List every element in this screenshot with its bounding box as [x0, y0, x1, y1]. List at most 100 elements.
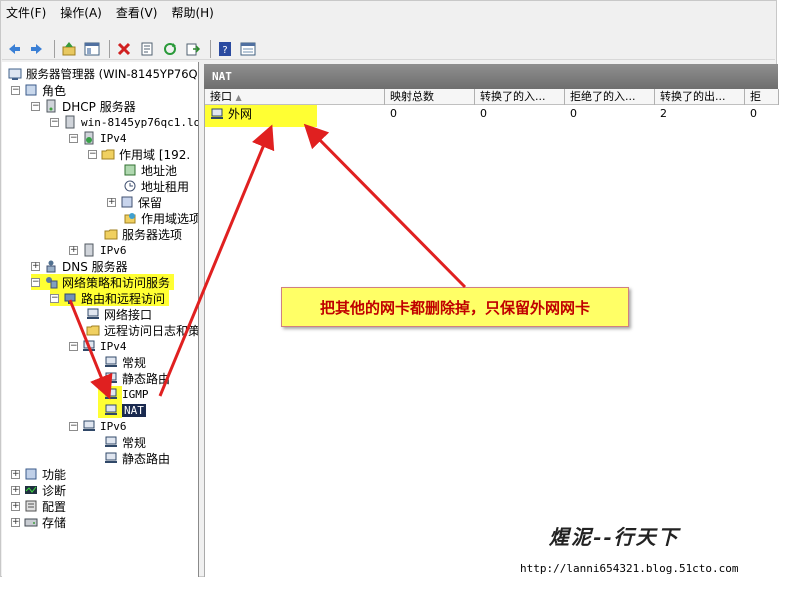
diagnostics-icon: [24, 483, 38, 497]
tree-node-configuration[interactable]: + 配置: [11, 498, 66, 514]
column-outbound-translated[interactable]: 转换了的出...: [655, 89, 745, 105]
nps-icon: [44, 275, 58, 289]
view-icon[interactable]: [238, 39, 258, 59]
collapse-toggle[interactable]: −: [11, 85, 20, 95]
expand-toggle[interactable]: +: [69, 245, 78, 255]
delete-icon[interactable]: [114, 39, 134, 59]
tree-node-dhcp-ipv6[interactable]: + IPv6: [69, 242, 127, 258]
address-lease-icon: [123, 179, 137, 193]
row-outbound-rejected: 0: [750, 107, 757, 120]
tree-node-static-routes[interactable]: 静态路由: [104, 370, 170, 386]
tree-node-dhcp[interactable]: − DHCP 服务器: [31, 98, 136, 114]
routing-protocol-icon: [104, 403, 118, 417]
collapse-toggle[interactable]: −: [88, 149, 97, 159]
expand-toggle[interactable]: +: [31, 261, 40, 271]
console-tree: 服务器管理器 (WIN-8145YP76QC − 角色 − DHCP 服务器 −…: [2, 62, 199, 577]
tree-node-rras[interactable]: − 路由和远程访问: [50, 290, 170, 306]
expand-toggle[interactable]: +: [11, 501, 20, 511]
tree-node-scope-options[interactable]: 作用域选项: [123, 210, 198, 226]
expand-toggle[interactable]: +: [11, 469, 20, 479]
column-inbound-rejected[interactable]: 拒绝了的入...: [565, 89, 655, 105]
tree-node-reservation[interactable]: + 保留: [107, 194, 162, 210]
toolbar: ?: [2, 38, 775, 60]
svg-text:?: ?: [222, 45, 227, 56]
routing-protocol-icon: [104, 355, 118, 369]
pane-header: NAT: [204, 64, 778, 89]
routing-protocol-icon: [82, 339, 96, 353]
tree-node-dns[interactable]: + DNS 服务器: [31, 258, 128, 274]
dns-server-icon: [44, 259, 58, 273]
tree-node-general6[interactable]: 常规: [104, 434, 146, 450]
up-icon[interactable]: [59, 39, 79, 59]
watermark-url: http://lanni654321.blog.51cto.com: [520, 562, 739, 575]
collapse-toggle[interactable]: −: [31, 101, 40, 111]
expand-toggle[interactable]: +: [11, 485, 20, 495]
scope-options-icon: [123, 211, 137, 225]
tree-node-nps[interactable]: − 网络策略和访问服务: [31, 274, 175, 290]
tree-node-dhcp-ipv4[interactable]: − IPv4: [69, 130, 127, 146]
menu-action[interactable]: 操作(A): [60, 4, 102, 21]
dhcp-server-icon: [44, 99, 58, 113]
tree-node-diagnostics[interactable]: + 诊断: [11, 482, 66, 498]
nat-interface-list: 接口 ▲ 映射总数 转换了的入... 拒绝了的入... 转换了的出... 拒 外…: [204, 89, 779, 577]
annotation-callout: 把其他的网卡都删除掉，只保留外网网卡: [281, 287, 629, 327]
row-outbound-translated: 2: [660, 107, 667, 120]
back-icon[interactable]: [4, 39, 24, 59]
folder-icon: [101, 147, 115, 161]
properties-icon[interactable]: [137, 39, 157, 59]
column-inbound-translated[interactable]: 转换了的入...: [475, 89, 565, 105]
address-pool-icon: [123, 163, 137, 177]
folder-icon: [86, 323, 100, 337]
show-hide-tree-icon[interactable]: [82, 39, 102, 59]
menu-file[interactable]: 文件(F): [6, 4, 46, 21]
tree-node-server-manager[interactable]: 服务器管理器 (WIN-8145YP76QC: [8, 66, 198, 82]
tree-node-server-options[interactable]: 服务器选项: [104, 226, 182, 242]
export-icon[interactable]: [183, 39, 203, 59]
tree-node-igmp[interactable]: IGMP: [104, 386, 149, 402]
configuration-icon: [24, 499, 38, 513]
row-interface-name: 外网: [228, 107, 253, 121]
routing-protocol-icon: [104, 451, 118, 465]
server-manager-icon: [8, 67, 22, 81]
tree-node-roles[interactable]: − 角色: [11, 82, 66, 98]
tree-node-general[interactable]: 常规: [104, 354, 146, 370]
tree-node-address-pool[interactable]: 地址池: [123, 162, 177, 178]
tree-node-static-routes6[interactable]: 静态路由: [104, 450, 170, 466]
collapse-toggle[interactable]: −: [69, 421, 78, 431]
tree-node-routing-ipv6[interactable]: − IPv6: [69, 418, 127, 434]
features-icon: [24, 467, 38, 481]
forward-icon[interactable]: [27, 39, 47, 59]
tree-node-storage[interactable]: + 存储: [11, 514, 66, 530]
tree-node-remote-access-log[interactable]: 远程访问日志和策: [86, 322, 198, 338]
tree-node-host[interactable]: − win-8145yp76qc1.loc: [50, 114, 198, 130]
tree-node-routing-ipv4[interactable]: − IPv4: [69, 338, 127, 354]
reservation-icon: [120, 195, 134, 209]
tree-node-network-interfaces[interactable]: 网络接口: [86, 306, 152, 322]
collapse-toggle[interactable]: −: [50, 117, 59, 127]
refresh-icon[interactable]: [160, 39, 180, 59]
tree-node-address-lease[interactable]: 地址租用: [123, 178, 189, 194]
collapse-toggle[interactable]: −: [31, 277, 40, 287]
collapse-toggle[interactable]: −: [50, 293, 59, 303]
column-outbound-rejected[interactable]: 拒: [745, 89, 779, 105]
tree-node-nat[interactable]: NAT: [104, 402, 146, 418]
tree-node-features[interactable]: + 功能: [11, 466, 66, 482]
roles-icon: [24, 83, 38, 97]
collapse-toggle[interactable]: −: [69, 133, 78, 143]
table-row[interactable]: 外网: [205, 106, 315, 122]
tree-node-scope[interactable]: − 作用域 [192.: [88, 146, 190, 162]
expand-toggle[interactable]: +: [107, 197, 116, 207]
column-header-row: 接口 ▲ 映射总数 转换了的入... 拒绝了的入... 转换了的出... 拒: [205, 89, 779, 105]
help-icon[interactable]: ?: [215, 39, 235, 59]
row-inbound-translated: 0: [480, 107, 487, 120]
menu-bar: 文件(F) 操作(A) 查看(V) 帮助(H): [2, 2, 775, 23]
menu-view[interactable]: 查看(V): [116, 4, 158, 21]
server-icon: [82, 243, 96, 257]
menu-help[interactable]: 帮助(H): [171, 4, 213, 21]
expand-toggle[interactable]: +: [11, 517, 20, 527]
collapse-toggle[interactable]: −: [69, 341, 78, 351]
signature-text: 煋泥--行天下: [549, 525, 680, 549]
row-inbound-rejected: 0: [570, 107, 577, 120]
column-total-mappings[interactable]: 映射总数: [385, 89, 475, 105]
column-interface[interactable]: 接口 ▲: [205, 89, 385, 105]
